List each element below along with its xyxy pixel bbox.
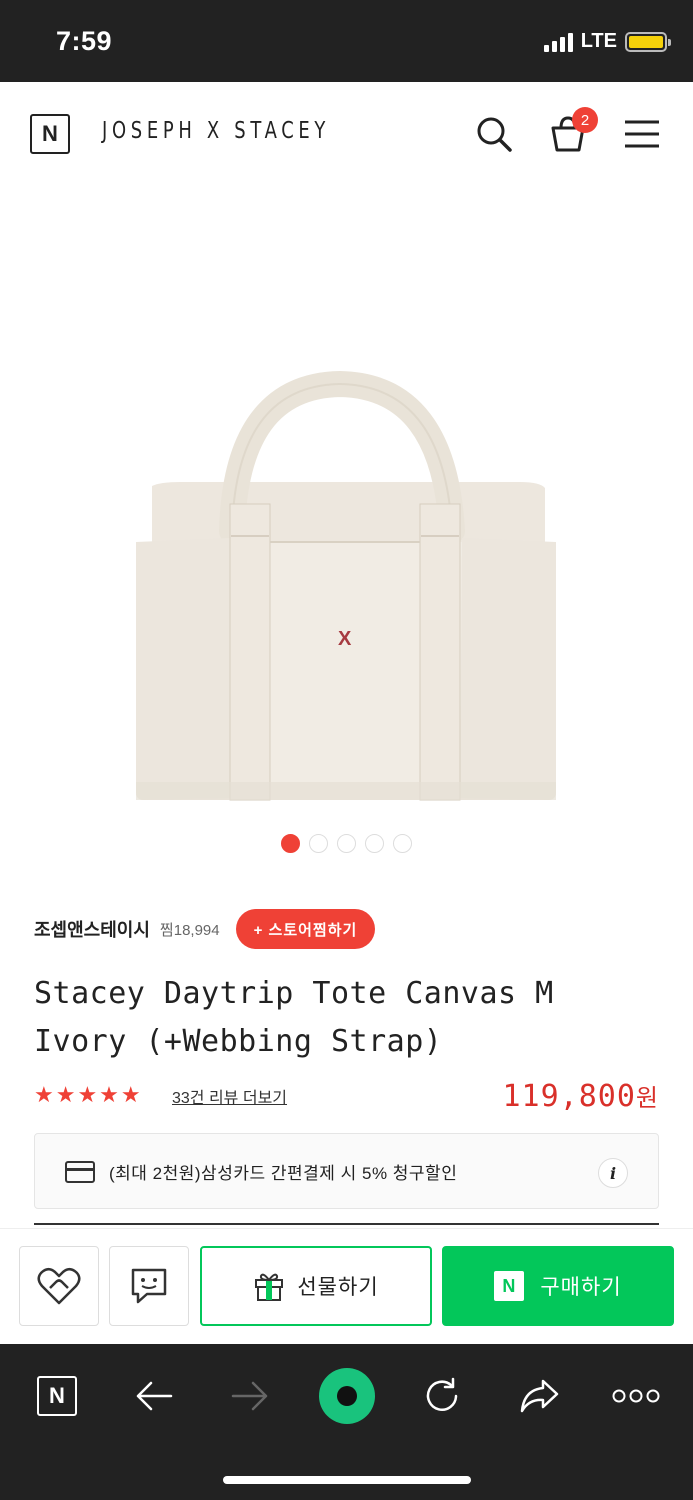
- menu-icon[interactable]: [620, 112, 664, 156]
- pagination-dot-1[interactable]: [281, 834, 300, 853]
- review-link[interactable]: 33건 리뷰 더보기: [172, 1084, 287, 1108]
- status-time: 7:59: [56, 26, 113, 56]
- product-price: 119,800원: [502, 1078, 659, 1114]
- back-icon: [136, 1381, 173, 1411]
- naver-pay-logo: N: [494, 1271, 525, 1301]
- share-button[interactable]: [509, 1366, 569, 1426]
- gift-button[interactable]: 선물하기: [200, 1246, 432, 1326]
- reload-button[interactable]: [412, 1366, 472, 1426]
- naver-logo[interactable]: N: [30, 114, 70, 154]
- heart-icon: [37, 1268, 81, 1305]
- forward-icon: [231, 1381, 268, 1411]
- store-follow-button[interactable]: + 스토어찜하기: [235, 909, 376, 949]
- store-name[interactable]: 조셉앤스테이시: [34, 916, 150, 942]
- credit-card-icon: [65, 1161, 95, 1183]
- product-image[interactable]: X: [0, 186, 693, 826]
- naver-icon: N: [37, 1376, 77, 1416]
- reload-icon: [426, 1377, 458, 1411]
- signal-icon: [543, 32, 573, 52]
- store-info: 조셉앤스테이시 찜18,994 + 스토어찜하기: [34, 908, 376, 950]
- rating-stars: ★★★★★: [34, 1082, 143, 1107]
- green-dot-button[interactable]: [317, 1366, 377, 1426]
- price-currency: 원: [635, 1084, 659, 1112]
- pagination-dot-2[interactable]: [309, 834, 328, 853]
- battery-icon: [625, 31, 671, 52]
- pagination-dot-5[interactable]: [393, 834, 412, 853]
- wishlist-button[interactable]: [19, 1246, 99, 1326]
- section-divider: [34, 1223, 659, 1225]
- cart-count-badge: 2: [572, 107, 598, 133]
- cart-icon[interactable]: 2: [546, 107, 598, 156]
- purchase-action-bar: 선물하기 N 구매하기: [0, 1228, 693, 1344]
- status-indicators: LTE: [543, 30, 671, 53]
- talk-icon: [131, 1268, 167, 1304]
- gift-icon: [255, 1273, 284, 1301]
- card-promo-banner[interactable]: (최대 2천원)삼성카드 간편결제 시 5% 청구할인 i: [34, 1133, 659, 1209]
- share-icon: [520, 1379, 559, 1413]
- more-button[interactable]: [606, 1366, 666, 1426]
- forward-button[interactable]: [220, 1366, 280, 1426]
- home-indicator[interactable]: [223, 1476, 471, 1484]
- rating-price-row: ★★★★★ 33건 리뷰 더보기 119,800원: [34, 1078, 659, 1118]
- promo-text: (최대 2천원)삼성카드 간편결제 시 5% 청구할인: [109, 1164, 458, 1183]
- pagination-dot-3[interactable]: [337, 834, 356, 853]
- search-icon[interactable]: [472, 112, 516, 156]
- talk-button[interactable]: [109, 1246, 189, 1326]
- pagination-dot-4[interactable]: [365, 834, 384, 853]
- brand-logo[interactable]: JOSEPH X STACEY: [102, 118, 330, 144]
- network-label: LTE: [580, 30, 617, 52]
- buy-label: 구매하기: [540, 1276, 622, 1299]
- gift-label: 선물하기: [297, 1276, 379, 1299]
- status-bar: 7:59 LTE: [0, 0, 693, 82]
- image-pagination: [0, 834, 693, 853]
- info-icon[interactable]: i: [598, 1158, 628, 1188]
- more-icon: [612, 1389, 660, 1403]
- product-logo-mark: X: [338, 628, 352, 650]
- store-favorite-count: 찜18,994: [159, 921, 220, 939]
- store-header: N JOSEPH X STACEY 2: [0, 82, 693, 186]
- buy-button[interactable]: N 구매하기: [442, 1246, 674, 1326]
- green-dot-icon: [319, 1368, 375, 1424]
- product-title: Stacey Daytrip Tote Canvas M Ivory (+Web…: [34, 976, 554, 1059]
- price-value: 119,800: [502, 1079, 636, 1114]
- naver-home-button[interactable]: N: [27, 1366, 87, 1426]
- back-button[interactable]: [124, 1366, 184, 1426]
